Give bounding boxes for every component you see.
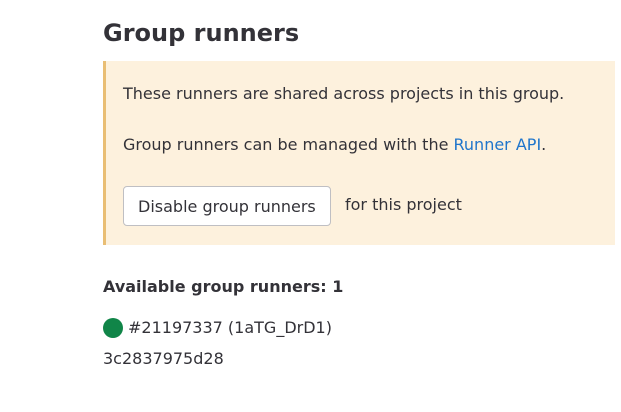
disable-button-suffix-text: for this project xyxy=(345,195,462,214)
runner-name: #21197337 (1aTG_DrD1) xyxy=(128,318,332,337)
page-title: Group runners xyxy=(103,19,300,47)
online-status-dot-icon xyxy=(103,318,123,338)
runner-description: 3c2837975d28 xyxy=(103,349,224,368)
available-runners-heading: Available group runners: 1 xyxy=(103,277,344,296)
disable-group-runners-button[interactable]: Disable group runners xyxy=(123,186,331,226)
alert-actions: Disable group runners for this project xyxy=(103,61,612,245)
